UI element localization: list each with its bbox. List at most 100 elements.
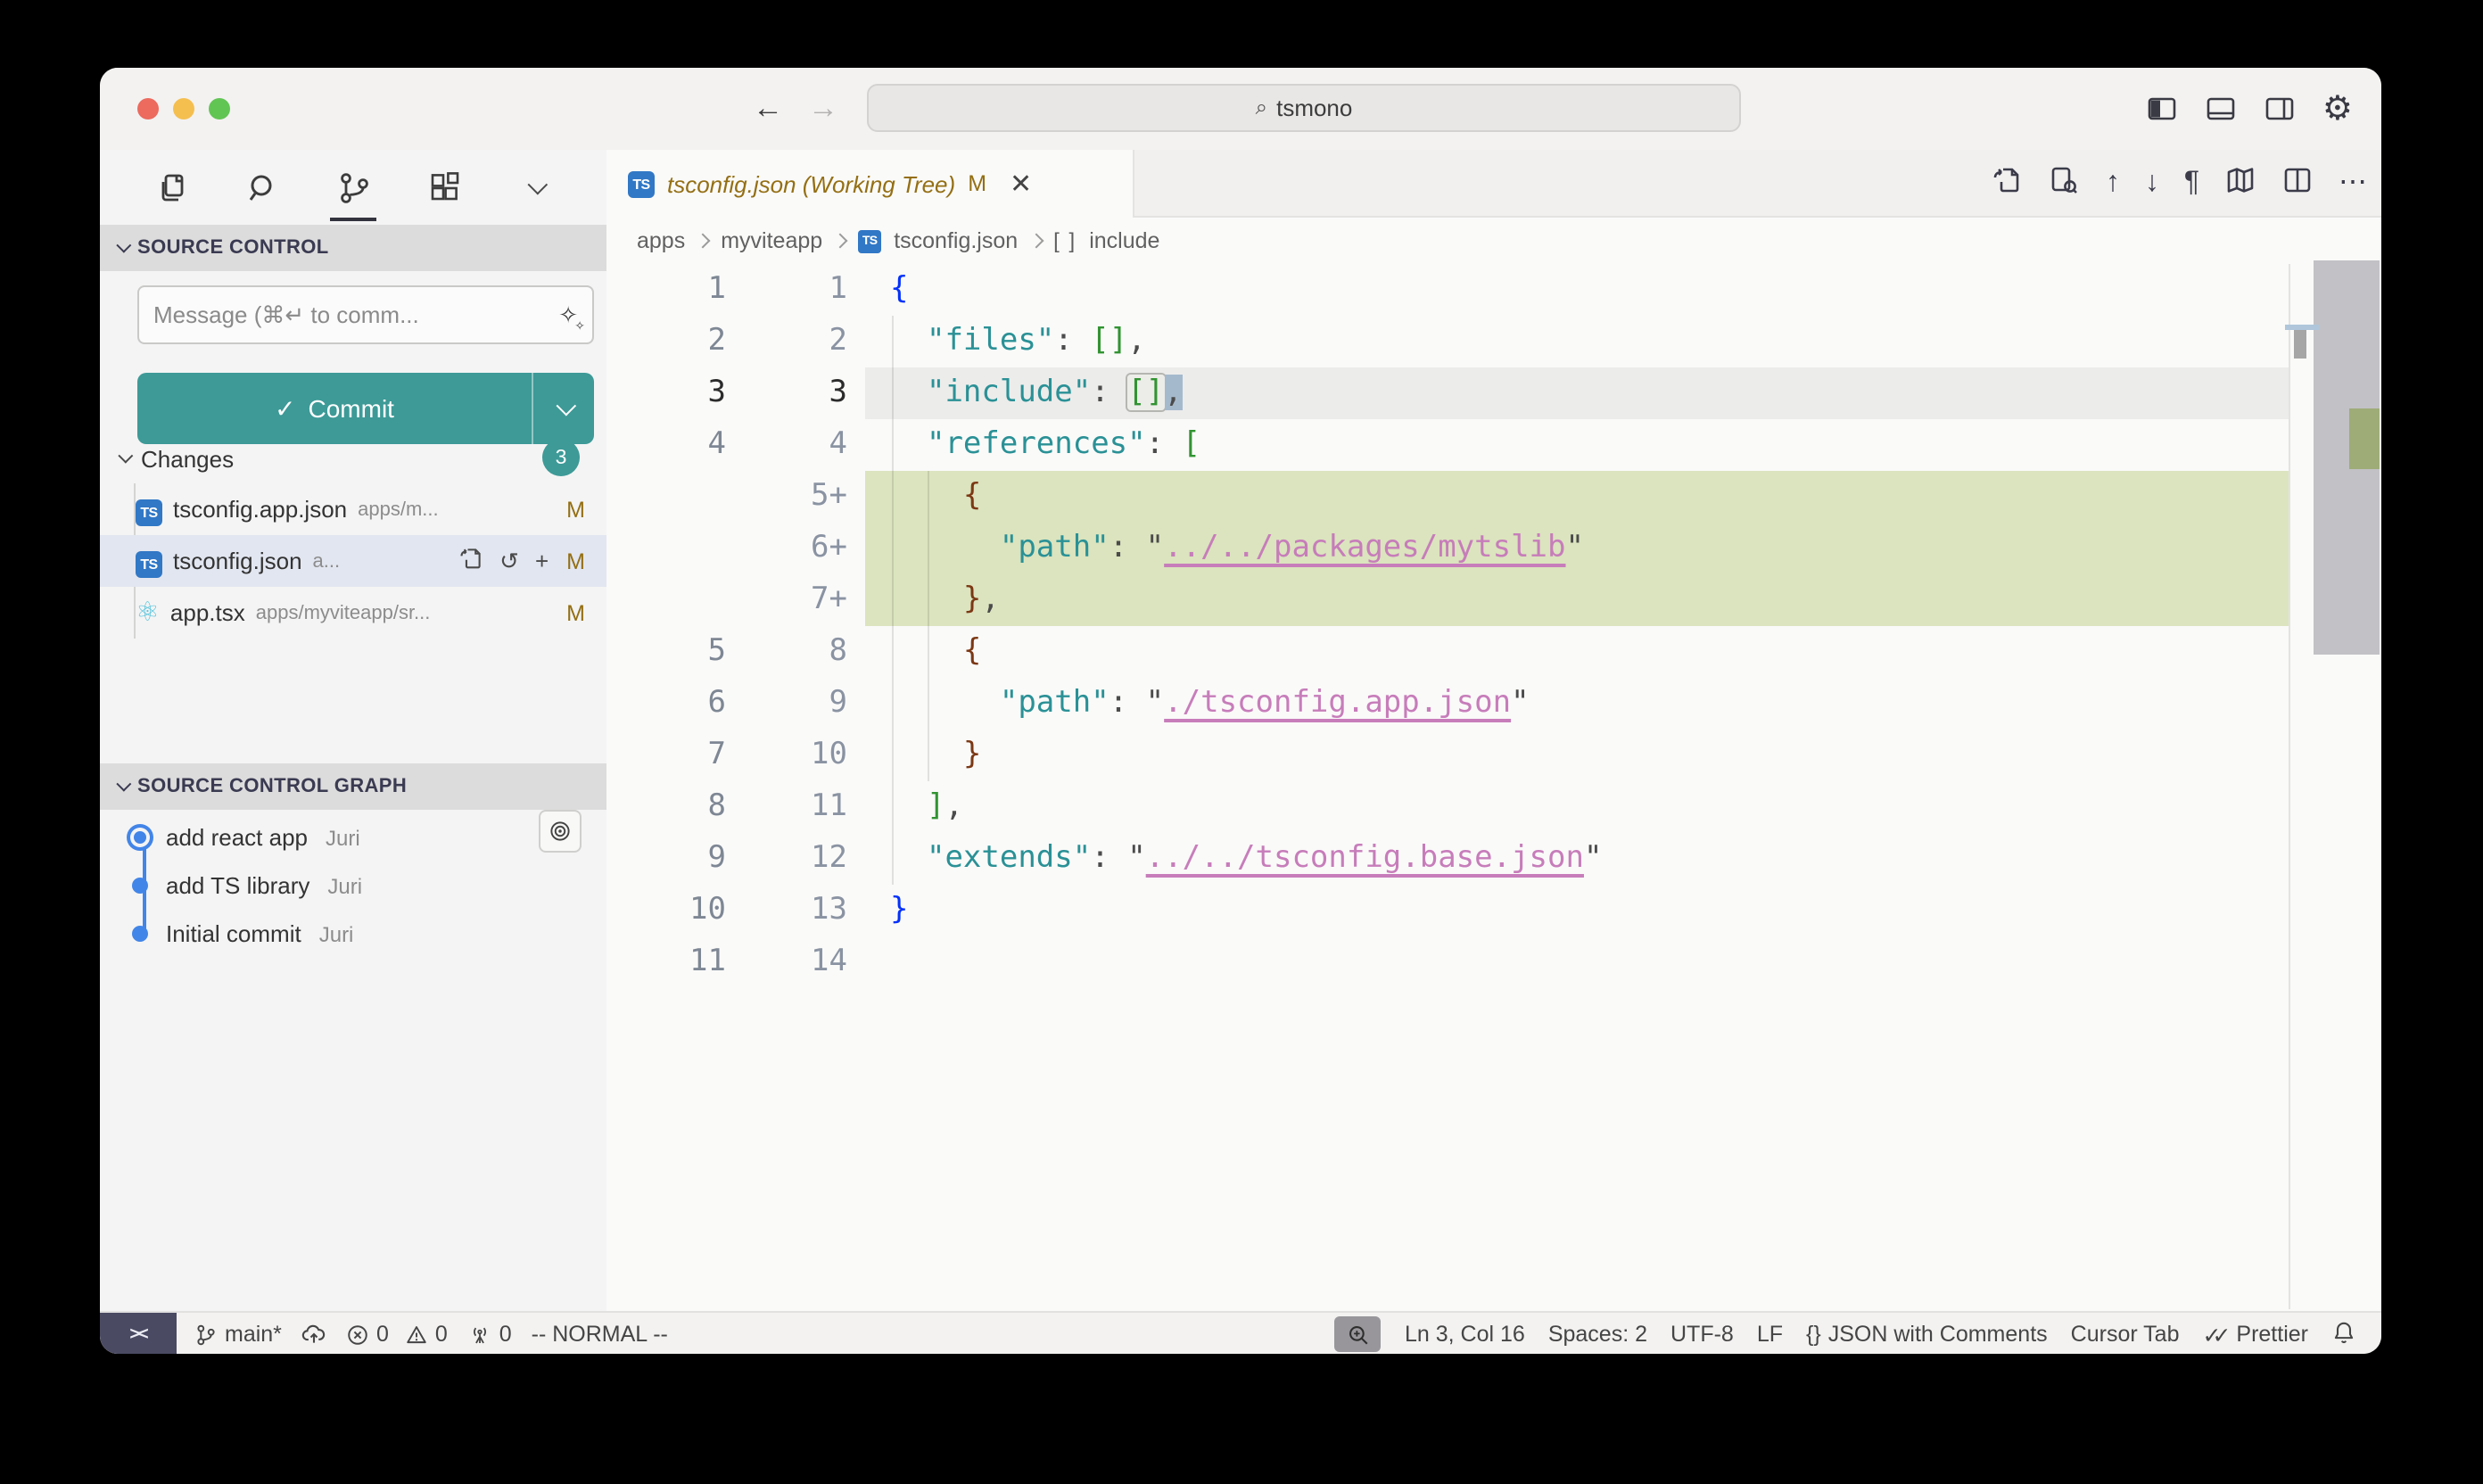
sync-changes-button[interactable] — [301, 1322, 326, 1347]
notifications-bell-icon[interactable] — [2331, 1319, 2356, 1349]
breadcrumb-apps[interactable]: apps — [637, 228, 685, 253]
generate-commit-message-sparkle-icon[interactable]: ✧ — [558, 301, 578, 329]
code-line-content: "include": [], — [865, 367, 2289, 419]
settings-gear-icon[interactable]: ⚙ — [2322, 92, 2353, 126]
tab-tsconfig-working-tree[interactable]: TS tsconfig.json (Working Tree) M ✕ — [606, 150, 1134, 218]
code-line[interactable]: 9 12 "extends": "../../tsconfig.base.jso… — [606, 833, 2289, 885]
code-line[interactable]: 3 3 "include": [], — [606, 367, 2289, 419]
render-whitespace-pilcrow-icon[interactable]: ¶ — [2184, 169, 2199, 198]
tab-close-icon[interactable]: ✕ — [1010, 168, 1032, 200]
cursor-position-status[interactable]: Ln 3, Col 16 — [1405, 1322, 1525, 1347]
code-line[interactable]: 10 13 } — [606, 885, 2289, 936]
tab-completion-status[interactable]: Cursor Tab — [2071, 1322, 2180, 1347]
branch-status[interactable]: main* — [194, 1322, 282, 1347]
commit-author: Juri — [326, 825, 360, 850]
source-control-graph-title: SOURCE CONTROL GRAPH — [137, 776, 407, 797]
close-window-button[interactable] — [137, 98, 159, 120]
open-file-icon[interactable] — [458, 546, 483, 576]
command-center-search[interactable]: ⌕ tsmono — [867, 84, 1741, 132]
maximize-window-button[interactable] — [209, 98, 230, 120]
code-line[interactable]: 8 11 ], — [606, 781, 2289, 833]
more-actions-icon[interactable]: ⋯ — [2339, 169, 2367, 198]
commit-graph-list: add react app Juri add TS library Juri I… — [100, 813, 606, 958]
next-change-icon[interactable]: ↓ — [2145, 169, 2159, 198]
cloud-upload-icon — [301, 1322, 326, 1347]
explorer-icon[interactable] — [148, 161, 194, 214]
commit-dropdown-button[interactable] — [532, 373, 594, 444]
breadcrumb-tsconfig-json[interactable]: tsconfig.json — [894, 228, 1018, 253]
code-line[interactable]: 2 2 "files": [], — [606, 316, 2289, 367]
change-row-actions: ↺ + — [458, 546, 549, 576]
toggle-panel-icon[interactable] — [2205, 93, 2237, 125]
map-icon[interactable] — [2224, 163, 2256, 204]
code-line[interactable]: 6 9 "path": "./tsconfig.app.json" — [606, 678, 2289, 730]
more-views-chevron-icon[interactable] — [512, 161, 558, 214]
change-file-name: tsconfig.json — [173, 548, 302, 574]
toggle-primary-sidebar-icon[interactable] — [2146, 93, 2178, 125]
ports-status[interactable]: 0 — [467, 1322, 512, 1347]
code-editor[interactable]: 1 1 { 2 2 "files": [], 3 3 "include": []… — [606, 264, 2289, 988]
code-line[interactable]: 7 10 } — [606, 730, 2289, 781]
discard-changes-icon[interactable]: ↺ — [499, 547, 519, 575]
sidebar: SOURCE CONTROL Message (⌘↵ to comm... ✧ … — [100, 150, 608, 1311]
modified-line-number: 10 — [758, 730, 865, 781]
source-control-section-header[interactable]: SOURCE CONTROL — [100, 225, 606, 271]
commit-author: Juri — [319, 921, 354, 946]
breadcrumb-include[interactable]: include — [1089, 228, 1159, 253]
navigate-back-icon[interactable]: ← — [753, 91, 783, 127]
changes-section-header[interactable]: Changes 3 — [100, 435, 606, 482]
breadcrumb-myviteapp[interactable]: myviteapp — [721, 228, 822, 253]
toggle-secondary-sidebar-icon[interactable] — [2264, 93, 2296, 125]
commit-row[interactable]: add TS library Juri — [100, 862, 606, 910]
change-row[interactable]: ⚛ app.tsx apps/myviteapp/sr... M — [100, 587, 606, 639]
vim-mode-indicator[interactable]: -- NORMAL -- — [532, 1322, 668, 1347]
code-line-content: } — [865, 885, 2289, 936]
modified-line-number: 13 — [758, 885, 865, 936]
code-line-content: { — [865, 264, 2289, 316]
code-line[interactable]: 7+ }, — [606, 574, 2289, 626]
code-line[interactable]: 6+ "path": "../../packages/mytslib" — [606, 523, 2289, 574]
activity-bar — [100, 150, 606, 225]
code-line-content: { — [865, 626, 2289, 678]
modified-line-number: 5+ — [758, 471, 865, 523]
previous-change-icon[interactable]: ↑ — [2106, 169, 2120, 198]
zoom-indicator[interactable] — [1335, 1316, 1382, 1352]
open-file-icon[interactable] — [1992, 163, 2024, 204]
modified-line-number: 3 — [758, 367, 865, 419]
commit-button[interactable]: ✓ Commit — [137, 373, 594, 444]
original-line-number: 3 — [606, 367, 758, 419]
source-control-graph-header[interactable]: SOURCE CONTROL GRAPH — [100, 763, 606, 810]
code-line[interactable]: 5+ { — [606, 471, 2289, 523]
code-line[interactable]: 4 4 "references": [ — [606, 419, 2289, 471]
change-row[interactable]: TS tsconfig.app.json apps/m... M — [100, 483, 606, 535]
search-view-icon[interactable] — [239, 161, 285, 214]
commit-row[interactable]: add react app Juri — [100, 813, 606, 862]
remote-indicator[interactable]: >< — [100, 1313, 177, 1354]
inline-view-icon[interactable] — [2049, 163, 2081, 204]
source-control-view-icon[interactable] — [330, 161, 376, 214]
modified-line-number: 11 — [758, 781, 865, 833]
vscode-window: ← → ⌕ tsmono ⚙ — [100, 68, 2381, 1354]
commit-message-input[interactable]: Message (⌘↵ to comm... ✧ — [137, 285, 594, 344]
language-mode-status[interactable]: {} JSON with Comments — [1806, 1322, 2048, 1347]
navigate-forward-icon[interactable]: → — [808, 91, 838, 127]
change-row[interactable]: TS tsconfig.json a... ↺ + M — [100, 535, 606, 587]
extensions-icon[interactable] — [421, 161, 467, 214]
formatter-status[interactable]: ✓✓ Prettier — [2203, 1321, 2309, 1348]
indent-guide — [928, 471, 929, 781]
code-line[interactable]: 5 8 { — [606, 626, 2289, 678]
code-line[interactable]: 11 14 — [606, 936, 2289, 988]
encoding-status[interactable]: UTF-8 — [1670, 1322, 1734, 1347]
commit-row[interactable]: Initial commit Juri — [100, 910, 606, 958]
original-line-number: 2 — [606, 316, 758, 367]
code-line-content: }, — [865, 574, 2289, 626]
problems-status[interactable]: 0 0 — [346, 1322, 448, 1347]
minimize-window-button[interactable] — [173, 98, 194, 120]
goto-head-target-button[interactable] — [539, 810, 582, 853]
eol-status[interactable]: LF — [1757, 1322, 1783, 1347]
stage-changes-icon[interactable]: + — [535, 548, 549, 574]
split-editor-icon[interactable] — [2281, 163, 2314, 204]
overview-cursor-mark — [2294, 330, 2306, 359]
indentation-status[interactable]: Spaces: 2 — [1548, 1322, 1647, 1347]
code-line[interactable]: 1 1 { — [606, 264, 2289, 316]
